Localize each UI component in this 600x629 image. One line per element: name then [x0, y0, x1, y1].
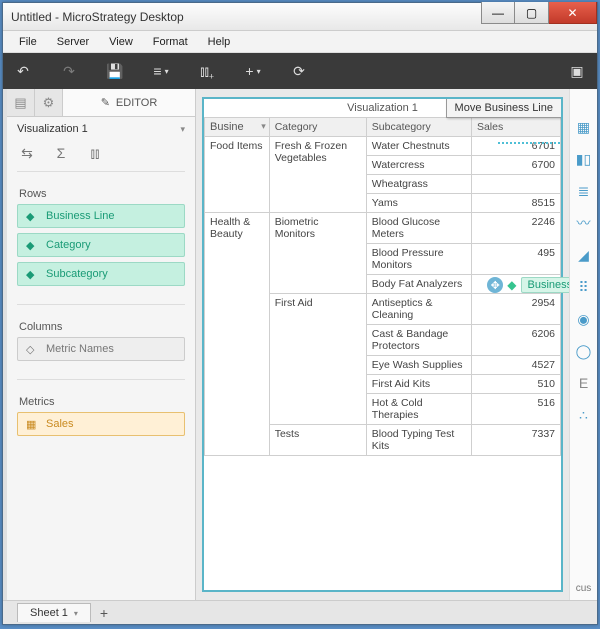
toolbar: ↶ ↷ 💾 ≡ ⫾⫾₊ + ⟳ ▣ [3, 53, 597, 89]
chip-subcategory[interactable]: ◆Subcategory [17, 262, 185, 286]
present-button[interactable]: ▣ [567, 61, 587, 81]
metric-names-icon: ◇ [26, 343, 38, 356]
drag-ghost-label: Business Line [521, 277, 570, 293]
app-window: Untitled - MicroStrategy Desktop — ▢ ✕ F… [2, 2, 598, 625]
viz-bubble-icon[interactable]: ◉ [574, 309, 594, 329]
col-header-business-line[interactable]: Busine▾ [205, 118, 270, 137]
tab-layers-icon[interactable]: ▤ [7, 89, 35, 116]
menu-file[interactable]: File [11, 34, 45, 50]
chevron-down-icon: ▾ [74, 609, 78, 618]
tab-editor[interactable]: ✎ EDITOR [63, 89, 195, 116]
pencil-icon: ✎ [101, 96, 110, 109]
maximize-button[interactable]: ▢ [515, 2, 549, 24]
chip-metric-names[interactable]: ◇Metric Names [17, 337, 185, 361]
attribute-icon: ◆ [26, 239, 38, 252]
sheet-tab-1[interactable]: Sheet 1 ▾ [17, 603, 91, 622]
chip-category[interactable]: ◆Category [17, 233, 185, 257]
drag-ghost: ✥ ◆ Business Line [487, 277, 569, 293]
viz-scatter-icon[interactable]: ⠿ [574, 277, 594, 297]
minimize-button[interactable]: — [481, 2, 515, 24]
attribute-icon: ◆ [507, 278, 516, 292]
visualization-gallery: ▦ ▮▯ ≣ 〰 ◢ ⠿ ◉ ◯ E ∴ cus [569, 89, 597, 600]
editor-panel: ▤ ⚙ ✎ EDITOR Visualization 1 ▾ ⇆ Σ ⫾⫾ Ro… [7, 89, 196, 600]
chart-button[interactable]: ⫾⫾₊ [197, 61, 217, 81]
viz-grid-icon[interactable]: ▦ [574, 117, 594, 137]
window-title: Untitled - MicroStrategy Desktop [11, 10, 481, 24]
viz-esri-icon[interactable]: E [574, 373, 594, 393]
columns-dropzone[interactable]: ◇Metric Names [7, 337, 195, 373]
bars-icon[interactable]: ⫾⫾ [85, 143, 105, 163]
refresh-button[interactable]: ⟳ [289, 61, 309, 81]
save-button[interactable]: 💾 [105, 61, 125, 81]
sort-icon: ▾ [261, 121, 266, 132]
table-row: Health & BeautyBiometric MonitorsBlood G… [205, 213, 561, 244]
visualization-area: Move Business Line Visualization 1 Busin… [196, 89, 569, 600]
redo-button[interactable]: ↷ [59, 61, 79, 81]
menu-server[interactable]: Server [49, 34, 97, 50]
add-button[interactable]: + [243, 61, 263, 81]
window-controls: — ▢ ✕ [481, 3, 597, 30]
move-cursor-icon: ✥ [487, 277, 503, 293]
table-row: Food ItemsFresh & Frozen VegetablesWater… [205, 137, 561, 156]
viz-area-icon[interactable]: ◢ [574, 245, 594, 265]
viz-custom-label[interactable]: cus [576, 583, 592, 594]
drag-tooltip: Move Business Line [446, 98, 562, 118]
visualization-frame[interactable]: Move Business Line Visualization 1 Busin… [202, 97, 563, 592]
add-sheet-button[interactable]: + [92, 605, 116, 621]
viz-bar-icon[interactable]: ▮▯ [574, 149, 594, 169]
viz-donut-icon[interactable]: ◯ [574, 341, 594, 361]
viz-selector[interactable]: Visualization 1 ▾ [7, 117, 195, 141]
undo-button[interactable]: ↶ [13, 61, 33, 81]
metrics-section-label: Metrics [7, 386, 195, 412]
editor-actions: ⇆ Σ ⫾⫾ [7, 141, 195, 165]
viz-stack-icon[interactable]: ≣ [574, 181, 594, 201]
col-header-subcategory[interactable]: Subcategory [366, 118, 471, 137]
tab-settings-icon[interactable]: ⚙ [35, 89, 63, 116]
header-row: Busine▾ Category Subcategory Sales [205, 118, 561, 137]
rows-section-label: Rows [7, 178, 195, 204]
attribute-icon: ◆ [26, 268, 38, 281]
titlebar: Untitled - MicroStrategy Desktop — ▢ ✕ [3, 3, 597, 31]
viz-selector-label: Visualization 1 [17, 123, 88, 135]
content-area: ▤ ⚙ ✎ EDITOR Visualization 1 ▾ ⇆ Σ ⫾⫾ Ro… [3, 89, 597, 600]
chip-business-line[interactable]: ◆Business Line [17, 204, 185, 228]
viz-line-icon[interactable]: 〰 [574, 213, 594, 233]
sigma-icon[interactable]: Σ [51, 143, 71, 163]
metric-icon: ▦ [26, 418, 38, 431]
rows-dropzone[interactable]: ◆Business Line ◆Category ◆Subcategory [7, 204, 195, 298]
data-button[interactable]: ≡ [151, 61, 171, 81]
menubar: File Server View Format Help [3, 31, 597, 53]
col-header-category[interactable]: Category [269, 118, 366, 137]
menu-help[interactable]: Help [200, 34, 239, 50]
close-button[interactable]: ✕ [549, 2, 597, 24]
tab-editor-label: EDITOR [116, 97, 157, 109]
chevron-down-icon: ▾ [180, 124, 185, 135]
sheet-tab-label: Sheet 1 [30, 607, 68, 619]
menu-view[interactable]: View [101, 34, 141, 50]
viz-network-icon[interactable]: ∴ [574, 405, 594, 425]
editor-tabs: ▤ ⚙ ✎ EDITOR [7, 89, 195, 117]
metrics-dropzone[interactable]: ▦Sales [7, 412, 195, 448]
sheetbar: Sheet 1 ▾ + [3, 600, 597, 624]
swap-icon[interactable]: ⇆ [17, 143, 37, 163]
attribute-icon: ◆ [26, 210, 38, 223]
drop-indicator [498, 142, 563, 144]
menu-format[interactable]: Format [145, 34, 196, 50]
columns-section-label: Columns [7, 311, 195, 337]
chip-sales[interactable]: ▦Sales [17, 412, 185, 436]
col-header-sales[interactable]: Sales [471, 118, 560, 137]
